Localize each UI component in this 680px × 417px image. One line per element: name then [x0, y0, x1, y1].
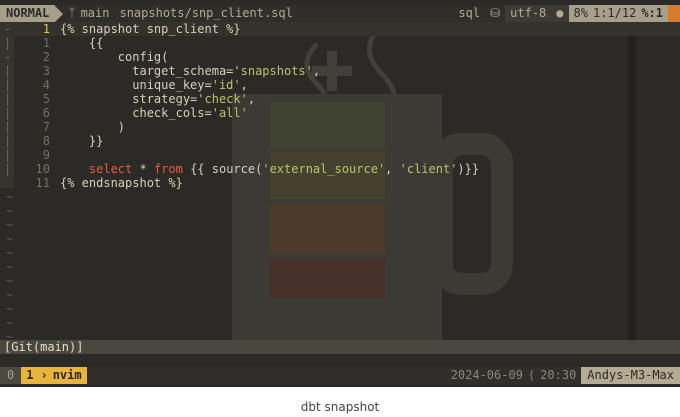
tmux-window-number[interactable]: 1 [21, 367, 39, 384]
fold-marker: | [4, 106, 12, 120]
tilde-marker: ~ [6, 204, 14, 218]
line-number: 4 [42, 78, 50, 92]
file-encoding: utf-8 [505, 5, 552, 22]
tilde-marker: ~ [6, 232, 14, 246]
vim-statusline: NORMAL ᛉ main snapshots/snp_client.sql s… [0, 5, 680, 22]
filetype: sql [458, 6, 481, 20]
tilde-marker: ~ [6, 218, 14, 232]
line-number: 8 [42, 134, 50, 148]
line-number: 9 [42, 148, 50, 162]
code-text: {{ [60, 36, 104, 50]
tmux-session-index[interactable]: 0 [0, 367, 22, 384]
code-line[interactable]: | 1 {{ [0, 36, 680, 50]
line-number: 5 [42, 92, 50, 106]
empty-line-tilde: ~ [0, 246, 680, 260]
code-line[interactable]: | 7 ) [0, 120, 680, 134]
empty-line-tilde: ~ [0, 204, 680, 218]
fold-marker: - [4, 50, 12, 64]
code-line[interactable]: | 8 }} [0, 134, 680, 148]
code-text: }} [60, 134, 104, 148]
code-line[interactable]: | 6 check_cols='all' [0, 106, 680, 120]
tmux-window-name[interactable]: nvim [52, 367, 87, 384]
code-text: config( [60, 50, 169, 64]
fold-marker: | [4, 36, 12, 50]
code-text: strategy='check', [60, 92, 256, 106]
tilde-marker: ~ [6, 302, 14, 316]
tmux-status-bar: 0 1 › nvim 2024-06-09 ⟨ 20:30 Andys-M3-M… [0, 367, 680, 384]
tmux-hostname: Andys-M3-Max [581, 367, 680, 384]
code-line[interactable]: - 1 {% snapshot snp_client %} [0, 22, 680, 36]
tilde-marker: ~ [6, 246, 14, 260]
line-number: 1 [42, 22, 50, 36]
mode-indicator: NORMAL [0, 5, 56, 22]
tmux-time: 20:30 [540, 368, 577, 382]
code-text: target_schema='snapshots', [60, 64, 321, 78]
empty-line-tilde: ~ [0, 190, 680, 204]
chevron-left-icon: ⟨ [527, 368, 536, 382]
line-number: 2 [42, 50, 50, 64]
tilde-marker: ~ [6, 190, 14, 204]
code-text: {% snapshot snp_client %} [60, 22, 241, 36]
code-line[interactable]: - 2 config( [0, 50, 680, 64]
file-path: snapshots/snp_client.sql [119, 6, 293, 20]
code-line[interactable]: 11 {% endsnapshot %} [0, 176, 680, 190]
line-number: 3 [42, 64, 50, 78]
line-number: 10 [35, 162, 50, 176]
fold-marker: | [4, 162, 12, 176]
code-line[interactable]: | 4 unique_key='id', [0, 78, 680, 92]
code-line[interactable]: | 3 target_schema='snapshots', [0, 64, 680, 78]
fold-marker: | [4, 78, 12, 92]
code-text: {% endsnapshot %} [60, 176, 183, 190]
statusline-accent [668, 5, 680, 22]
fold-marker: | [4, 134, 12, 148]
git-status-line: [Git(main)] [0, 340, 680, 354]
line-number: 7 [42, 120, 50, 134]
fold-marker: | [4, 148, 12, 162]
editor-buffer[interactable]: - 1 {% snapshot snp_client %} | 1 {{ - 2 confi… [0, 22, 680, 344]
code-text: unique_key='id', [60, 78, 248, 92]
empty-line-tilde: ~ [0, 260, 680, 274]
line-number: 1 [42, 36, 50, 50]
tilde-marker: ~ [6, 274, 14, 288]
mode-separator [55, 5, 64, 22]
fold-marker: | [4, 120, 12, 134]
database-icon: ⛁ [490, 6, 501, 20]
empty-line-tilde: ~ [0, 302, 680, 316]
code-text: select * from {{ source('external_source… [88, 162, 480, 176]
terminal-window: NORMAL ᛉ main snapshots/snp_client.sql s… [0, 0, 680, 387]
caption: dbt snapshot [300, 400, 380, 414]
empty-line-tilde: ~ [0, 274, 680, 288]
empty-line-tilde: ~ [0, 316, 680, 330]
tilde-marker: ~ [6, 260, 14, 274]
empty-line-tilde: ~ [0, 218, 680, 232]
line-number: 6 [42, 106, 50, 120]
branch-name: main [80, 6, 110, 20]
tilde-marker: ~ [6, 316, 14, 330]
code-line[interactable]: | 9 [0, 148, 680, 162]
fold-marker: | [4, 92, 12, 106]
tmux-date: 2024-06-09 [450, 368, 523, 382]
tilde-marker: ~ [6, 288, 14, 302]
cursor-position: 1:1/12 [592, 5, 642, 22]
code-line[interactable]: | 10 select * from {{ source('external_so… [0, 162, 680, 176]
fold-marker: - [4, 22, 12, 36]
empty-line-tilde: ~ [0, 232, 680, 246]
line-number: 11 [35, 176, 50, 190]
code-line[interactable]: | 5 strategy='check', [0, 92, 680, 106]
code-text: ) [60, 120, 126, 134]
scroll-percent: 8% [568, 5, 593, 22]
tmux-window-separator-icon: › [38, 367, 53, 384]
fold-marker: | [4, 64, 12, 78]
empty-line-tilde: ~ [0, 288, 680, 302]
code-text: check_cols='all' [60, 106, 248, 120]
cursor-column: %:1 [641, 5, 668, 22]
git-branch-icon: ᛉ [68, 6, 76, 20]
apple-icon: ● [551, 5, 569, 22]
